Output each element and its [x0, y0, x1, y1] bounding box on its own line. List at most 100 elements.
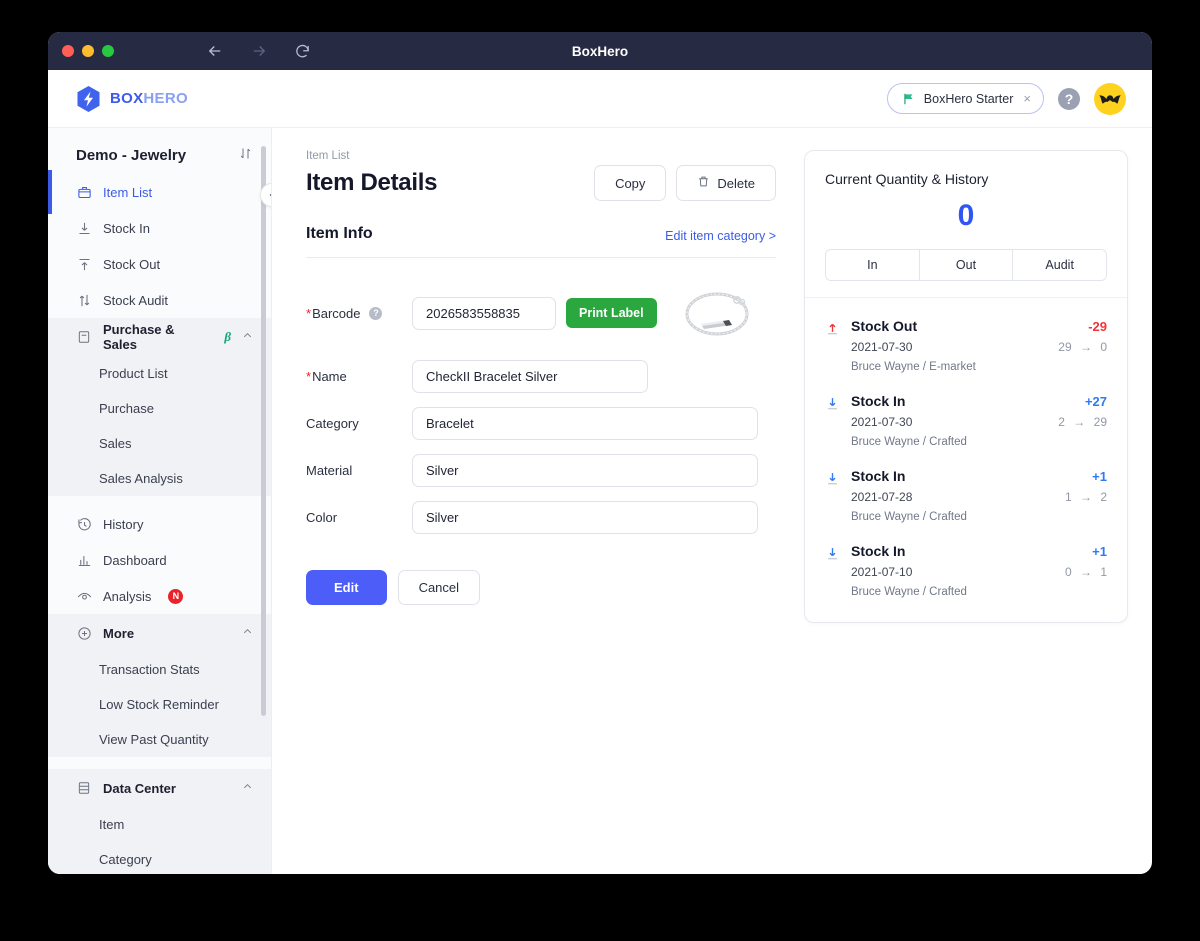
- form-actions: Edit Cancel: [306, 570, 776, 605]
- entry-delta: +27: [1084, 394, 1107, 409]
- entry-to: 29: [1093, 415, 1107, 429]
- entry-from: 2: [1058, 415, 1065, 429]
- arrow-left-icon[interactable]: [206, 42, 224, 60]
- sidebar-item-analysis[interactable]: Analysis N: [48, 578, 271, 614]
- sidebar-item-dashboard[interactable]: Dashboard: [48, 542, 271, 578]
- sidebar-subitem-low-stock-reminder[interactable]: Low Stock Reminder: [48, 687, 271, 722]
- entry-to: 0: [1100, 340, 1107, 354]
- sidebar-item-stock-out[interactable]: Stock Out: [48, 246, 271, 282]
- sidebar-item-label: Stock In: [103, 220, 150, 236]
- edit-item-category-link[interactable]: Edit item category >: [665, 229, 776, 243]
- field-label: Material: [306, 463, 353, 478]
- eye-icon: [76, 588, 92, 604]
- entry-who: Bruce Wayne / Crafted: [851, 511, 967, 523]
- edit-button[interactable]: Edit: [306, 570, 387, 605]
- list-item-body: Stock In +1 2021-07-28 1 → 2 Bruce Wayne…: [851, 468, 1107, 523]
- item-info-section-row: Item Info Edit item category >: [306, 225, 776, 243]
- breadcrumb[interactable]: Item List: [306, 150, 776, 162]
- sidebar-item-label: Stock Out: [103, 256, 161, 272]
- sidebar-item-history[interactable]: History: [48, 506, 271, 542]
- arrow-down-blue-icon: [825, 393, 851, 448]
- sidebar-group-header-data-center[interactable]: Data Center: [48, 769, 271, 807]
- arrow-right-icon[interactable]: [250, 42, 268, 60]
- history-tabs: In Out Audit: [825, 249, 1107, 281]
- current-quantity: 0: [957, 199, 975, 232]
- category-input[interactable]: Bracelet: [412, 407, 758, 440]
- arrow-up-red-icon: [825, 318, 851, 373]
- help-icon[interactable]: ?: [369, 306, 383, 320]
- sidebar-subitem-sales-analysis[interactable]: Sales Analysis: [48, 461, 271, 496]
- entry-date: 2021-07-10: [851, 565, 913, 579]
- sidebar-subitem-category[interactable]: Category: [48, 842, 271, 874]
- sidebar-item-label: Analysis: [103, 588, 152, 604]
- print-label-button[interactable]: Print Label: [566, 298, 657, 328]
- form-row-material: Material Silver: [306, 454, 776, 487]
- list-item[interactable]: Stock In +1 2021-07-10 0 → 1 Bruce Wayne…: [825, 529, 1107, 604]
- name-label: * Name: [306, 369, 412, 384]
- sidebar-item-stock-in[interactable]: Stock In: [48, 210, 271, 246]
- list-item[interactable]: Stock Out -29 2021-07-30 29 → 0 Bruce Wa…: [825, 304, 1107, 379]
- sort-icon[interactable]: [238, 146, 253, 164]
- sidebar-scrollbar[interactable]: [261, 146, 266, 716]
- copy-button-label: Copy: [615, 175, 646, 191]
- card-title: Current Quantity & History: [825, 171, 989, 187]
- plan-badge[interactable]: BoxHero Starter ×: [886, 83, 1044, 114]
- boxhero-logo[interactable]: BOXHERO: [76, 85, 188, 113]
- material-input[interactable]: Silver: [412, 454, 758, 487]
- sidebar-item-item-list[interactable]: Item List: [48, 170, 271, 214]
- sidebar-group-more: More Transaction Stats Low Stock Reminde…: [48, 614, 271, 757]
- tab-audit[interactable]: Audit: [1013, 250, 1106, 280]
- required-marker: *: [306, 369, 312, 384]
- entry-change: 0 → 1: [1065, 565, 1107, 579]
- chevron-up-icon[interactable]: [242, 330, 253, 344]
- arrow-right-icon: →: [1079, 490, 1092, 504]
- minimize-window-button[interactable]: [82, 45, 94, 57]
- stock-out-icon: [76, 256, 92, 272]
- barcode-label: * Barcode ?: [306, 306, 412, 321]
- list-item[interactable]: Stock In +1 2021-07-28 1 → 2 Bruce Wayne…: [825, 454, 1107, 529]
- entry-from: 29: [1058, 340, 1072, 354]
- sidebar-item-stock-audit[interactable]: Stock Audit: [48, 282, 271, 318]
- chevron-up-icon[interactable]: [242, 626, 253, 640]
- sidebar-subitem-product-list[interactable]: Product List: [48, 356, 271, 391]
- silver-bracelet-photo[interactable]: [670, 280, 763, 346]
- barcode-input[interactable]: 2026583558835: [412, 296, 556, 330]
- sidebar-group-header-purchase-sales[interactable]: Purchase & Sales β: [48, 318, 271, 356]
- entry-delta: +1: [1092, 544, 1107, 559]
- maximize-window-button[interactable]: [102, 45, 114, 57]
- chevron-up-icon[interactable]: [242, 781, 253, 795]
- workspace-title[interactable]: Demo - Jewelry: [48, 128, 271, 174]
- arrow-right-icon: →: [1073, 415, 1086, 429]
- sidebar-subitem-view-past-quantity[interactable]: View Past Quantity: [48, 722, 271, 757]
- entry-from: 1: [1064, 490, 1072, 504]
- beta-badge: β: [224, 329, 231, 344]
- help-icon[interactable]: ?: [1058, 87, 1080, 110]
- delete-button-label: Delete: [717, 175, 755, 191]
- sidebar-subitem-purchase[interactable]: Purchase: [48, 391, 271, 426]
- color-input[interactable]: Silver: [412, 501, 758, 534]
- tab-in[interactable]: In: [826, 250, 920, 280]
- sidebar-subitem-item[interactable]: Item: [48, 807, 271, 842]
- plus-circle-icon: [76, 625, 92, 641]
- workspace-label: Demo - Jewelry: [76, 146, 187, 164]
- name-input[interactable]: CheckII Bracelet Silver: [412, 360, 648, 393]
- list-item-top: Stock In +27: [851, 393, 1107, 409]
- card-header: Current Quantity & History 0 In Out Audi…: [805, 151, 1127, 298]
- entry-delta: +1: [1092, 469, 1107, 484]
- delete-button[interactable]: Delete: [676, 165, 776, 201]
- close-window-button[interactable]: [62, 45, 74, 57]
- list-item[interactable]: Stock In +27 2021-07-30 2 → 29 Bruce Way…: [825, 379, 1107, 454]
- sidebar-subitem-transaction-stats[interactable]: Transaction Stats: [48, 652, 271, 687]
- sidebar-item-label: Dashboard: [103, 552, 167, 568]
- close-icon[interactable]: ×: [1023, 91, 1031, 106]
- database-icon: [76, 780, 92, 796]
- copy-button[interactable]: Copy: [594, 165, 667, 201]
- cancel-button[interactable]: Cancel: [397, 570, 481, 605]
- sidebar-group-header-more[interactable]: More: [48, 614, 271, 652]
- reload-icon[interactable]: [294, 43, 311, 60]
- window-titlebar: BoxHero: [48, 32, 1152, 70]
- sidebar-subitem-sales[interactable]: Sales: [48, 426, 271, 461]
- stock-in-icon: [76, 220, 92, 236]
- tab-out[interactable]: Out: [919, 250, 1014, 280]
- avatar[interactable]: [1094, 82, 1126, 115]
